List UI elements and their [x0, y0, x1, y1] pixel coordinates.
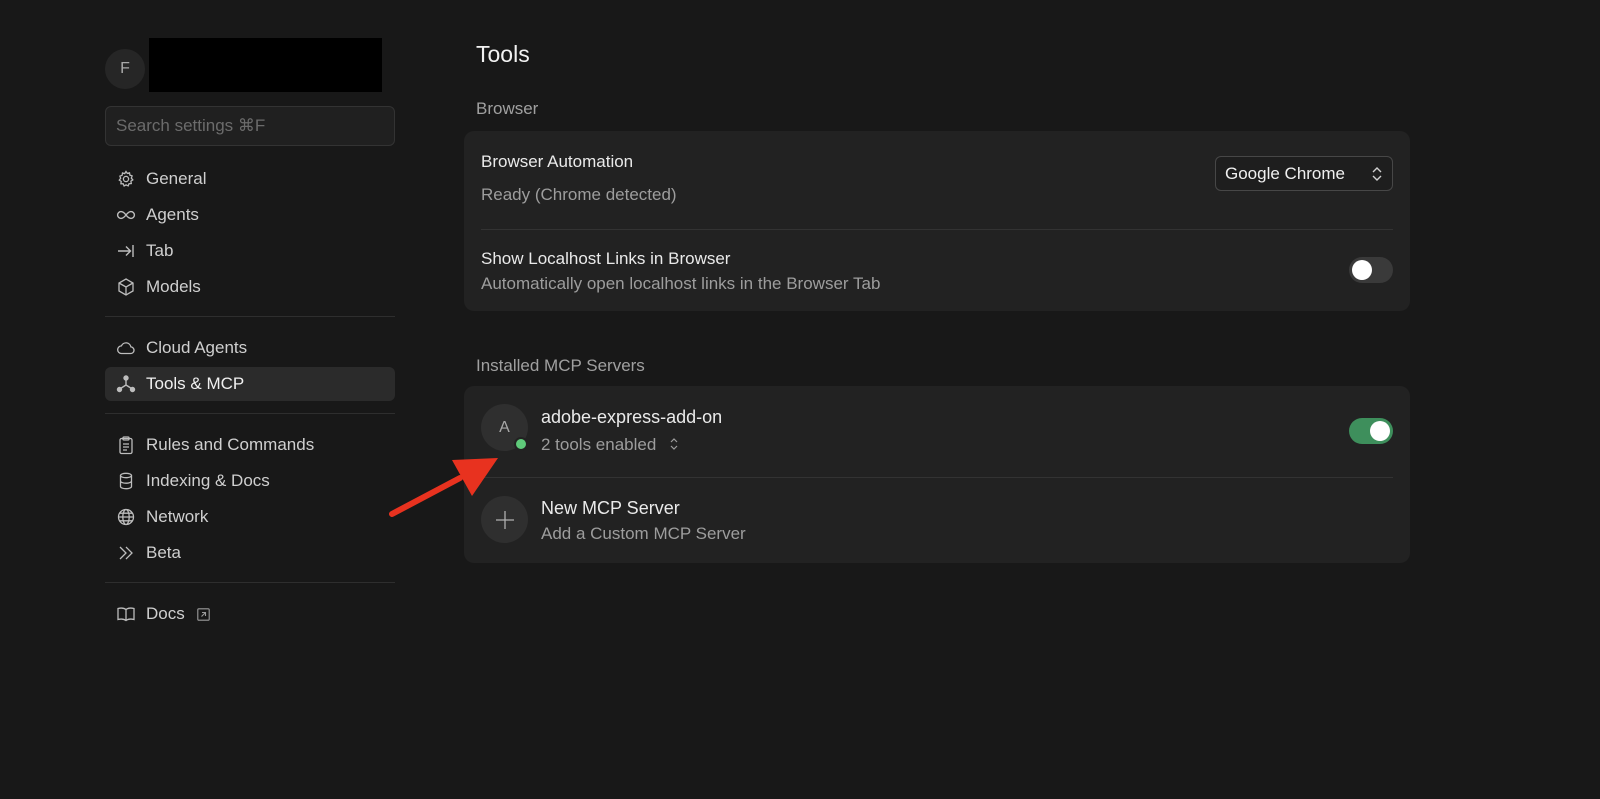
- browser-select[interactable]: Google Chrome: [1215, 156, 1393, 191]
- updown-chevron-icon: [669, 436, 679, 450]
- sidebar-item-label: Tools & MCP: [146, 374, 245, 393]
- browser-automation-row: Browser Automation Ready (Chrome detecte…: [481, 131, 1393, 229]
- browser-select-value: Google Chrome: [1225, 163, 1346, 183]
- mcp-servers-card: A adobe-express-add-on 2 tools enabled N…: [464, 386, 1410, 563]
- settings-window: F General Agents T: [0, 0, 1600, 799]
- toggle-knob: [1370, 421, 1390, 441]
- tools-nodes-icon: [116, 374, 136, 394]
- sidebar-item-label: Rules and Commands: [146, 435, 315, 454]
- search-box[interactable]: [105, 106, 395, 146]
- sidebar-item-label: Network: [146, 507, 209, 526]
- redacted-username: [149, 38, 382, 92]
- gear-icon: [116, 169, 136, 189]
- profile: F: [105, 38, 395, 92]
- server-enabled-toggle[interactable]: [1349, 418, 1393, 444]
- new-server-title: New MCP Server: [541, 498, 680, 518]
- server-tools-count: 2 tools enabled: [541, 435, 657, 454]
- sidebar-item-general[interactable]: General: [105, 162, 395, 196]
- browser-card: Browser Automation Ready (Chrome detecte…: [464, 131, 1410, 311]
- sidebar-item-agents[interactable]: Agents: [105, 198, 395, 232]
- nav-group-rules: Rules and Commands Indexing & Docs Netwo…: [105, 428, 395, 570]
- tab-arrow-icon: [116, 241, 136, 261]
- page-title: Tools: [476, 41, 530, 67]
- sidebar-item-label: Docs: [146, 604, 185, 623]
- toggle-knob: [1352, 260, 1372, 280]
- cube-icon: [116, 277, 136, 297]
- database-icon: [116, 471, 136, 491]
- sidebar-item-network[interactable]: Network: [105, 500, 395, 534]
- sidebar-item-label: Agents: [146, 205, 199, 224]
- globe-icon: [116, 507, 136, 527]
- avatar[interactable]: F: [105, 49, 145, 89]
- double-chevron-icon: [116, 543, 136, 563]
- new-server-description: Add a Custom MCP Server: [541, 524, 746, 543]
- sidebar-item-tab[interactable]: Tab: [105, 234, 395, 268]
- browser-automation-title: Browser Automation: [481, 152, 634, 171]
- sidebar-item-label: Models: [146, 277, 201, 296]
- localhost-links-description: Automatically open localhost links in th…: [481, 274, 881, 293]
- sidebar-item-models[interactable]: Models: [105, 270, 395, 304]
- updown-chevron-icon: [1370, 164, 1384, 184]
- server-name: adobe-express-add-on: [541, 407, 723, 427]
- clipboard-icon: [116, 435, 136, 455]
- sidebar-item-rules-and-commands[interactable]: Rules and Commands: [105, 428, 395, 462]
- server-initial: A: [499, 418, 510, 436]
- sidebar-divider: [105, 413, 395, 414]
- nav-group-tools: Cloud Agents Tools & MCP: [105, 331, 395, 401]
- sidebar-item-label: Tab: [146, 241, 174, 260]
- external-link-icon: [196, 607, 210, 621]
- nav-group-general: General Agents Tab Models: [105, 162, 395, 304]
- new-mcp-server-row[interactable]: New MCP Server Add a Custom MCP Server: [481, 477, 1393, 563]
- sidebar-item-beta[interactable]: Beta: [105, 536, 395, 570]
- sidebar-item-label: Beta: [146, 543, 181, 562]
- browser-section-label: Browser: [476, 99, 539, 118]
- mcp-section-label: Installed MCP Servers: [476, 356, 645, 375]
- infinity-icon: [116, 205, 136, 225]
- sidebar-divider: [105, 582, 395, 583]
- sidebar-item-cloud-agents[interactable]: Cloud Agents: [105, 331, 395, 365]
- mcp-server-row[interactable]: A adobe-express-add-on 2 tools enabled: [481, 386, 1393, 477]
- nav-group-docs: Docs: [105, 597, 395, 631]
- sidebar-item-tools-mcp[interactable]: Tools & MCP: [105, 367, 395, 401]
- browser-automation-status: Ready (Chrome detected): [481, 185, 677, 204]
- status-dot-icon: [514, 437, 528, 451]
- plus-icon[interactable]: [481, 496, 528, 543]
- book-icon: [116, 604, 136, 624]
- sidebar-item-label: General: [146, 169, 207, 188]
- sidebar-item-label: Cloud Agents: [146, 338, 248, 357]
- localhost-links-title: Show Localhost Links in Browser: [481, 249, 731, 268]
- sidebar-item-docs[interactable]: Docs: [105, 597, 395, 631]
- sidebar: F General Agents T: [105, 38, 395, 633]
- sidebar-item-indexing-docs[interactable]: Indexing & Docs: [105, 464, 395, 498]
- search-input[interactable]: [116, 116, 394, 136]
- localhost-links-toggle[interactable]: [1349, 257, 1393, 283]
- server-avatar: A: [481, 404, 528, 451]
- server-tools-dropdown[interactable]: 2 tools enabled: [541, 435, 679, 455]
- sidebar-item-label: Indexing & Docs: [146, 471, 270, 490]
- cloud-icon: [116, 338, 136, 358]
- sidebar-divider: [105, 316, 395, 317]
- localhost-links-row: Show Localhost Links in Browser Automati…: [481, 229, 1393, 311]
